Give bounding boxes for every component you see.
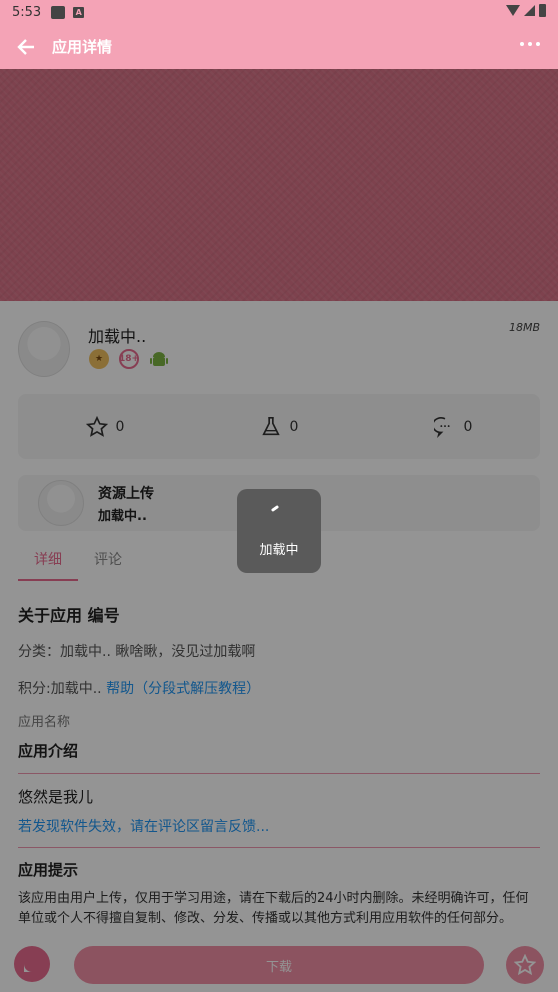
loading-text: 加载中 xyxy=(259,543,299,558)
status-icons xyxy=(506,4,546,17)
page-title: 应用详情 xyxy=(52,38,113,56)
status-time: 5:53 xyxy=(12,4,42,20)
more-options-icon[interactable] xyxy=(520,42,540,46)
battery-icon xyxy=(539,4,546,17)
loading-dialog: 加载中 xyxy=(237,489,321,573)
app-bar: 应用详情 xyxy=(0,24,558,69)
app-notification-icon: A xyxy=(73,6,85,18)
signal-icon xyxy=(524,5,535,16)
spinner-icon xyxy=(270,504,280,513)
wifi-icon xyxy=(506,5,520,16)
notification-icon xyxy=(51,5,66,19)
back-arrow-icon[interactable] xyxy=(0,24,52,69)
status-bar: 5:53 A xyxy=(0,0,558,24)
